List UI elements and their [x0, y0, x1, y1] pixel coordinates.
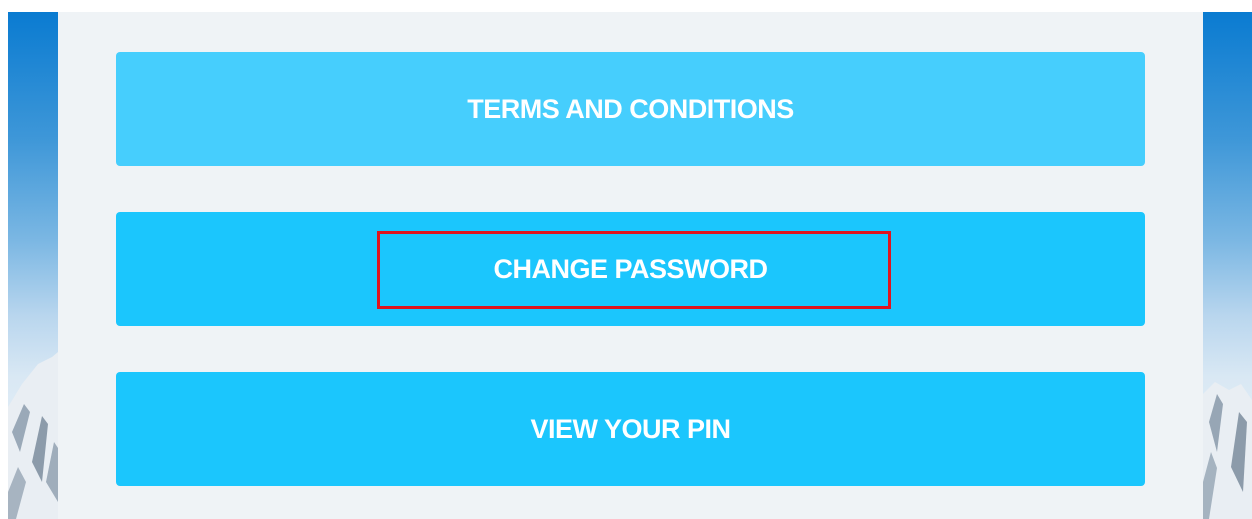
mountain-image-left — [8, 352, 58, 519]
change-password-button[interactable]: CHANGE PASSWORD — [116, 212, 1145, 326]
background-mountain-right — [1203, 12, 1252, 519]
view-your-pin-button[interactable]: VIEW YOUR PIN — [116, 372, 1145, 486]
terms-and-conditions-button[interactable]: TERMS AND CONDITIONS — [116, 52, 1145, 166]
background-mountain-left — [8, 12, 58, 519]
mountain-image-right — [1203, 382, 1252, 519]
